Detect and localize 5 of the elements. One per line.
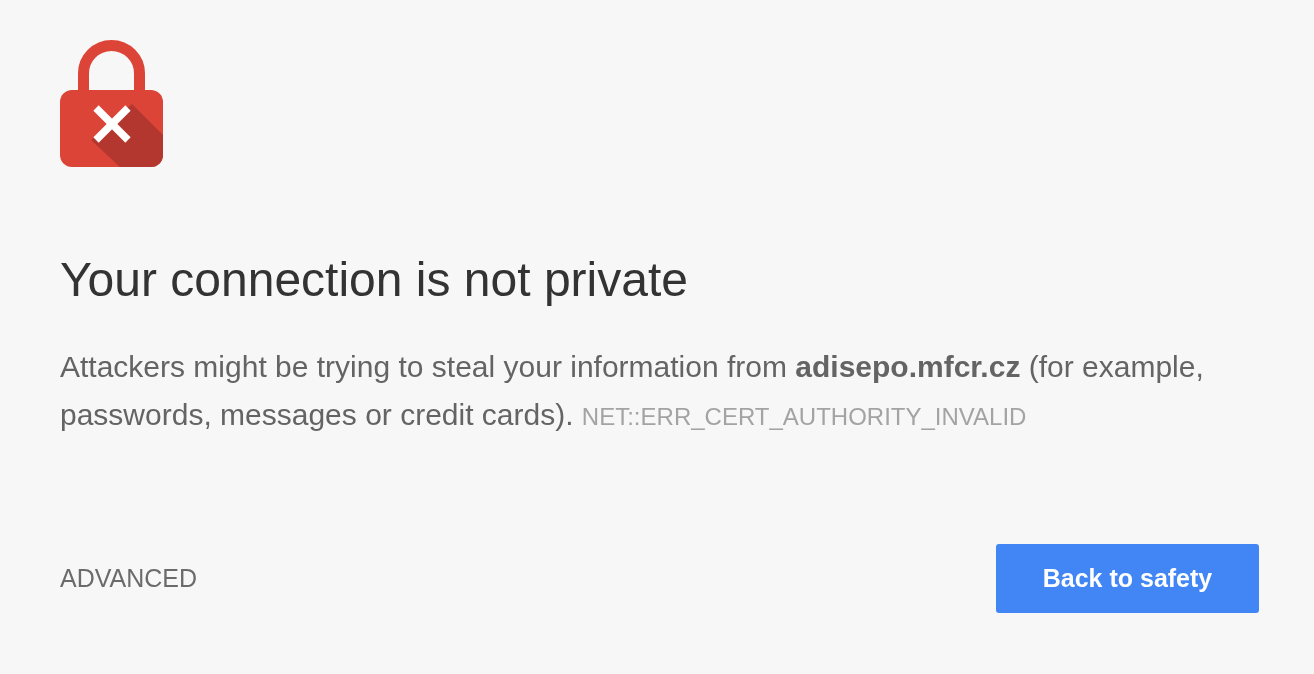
back-to-safety-button[interactable]: Back to safety [996, 544, 1259, 613]
padlock-icon [60, 40, 163, 167]
page-heading: Your connection is not private [60, 252, 688, 308]
warning-message: Attackers might be trying to steal your information from adisepo.mfcr.cz (for example, passwords, messages or credit cards). NET::ERR_CERT_AUTHORITY_INVALID [60, 349, 1205, 433]
advanced-button[interactable]: ADVANCED [60, 559, 198, 598]
